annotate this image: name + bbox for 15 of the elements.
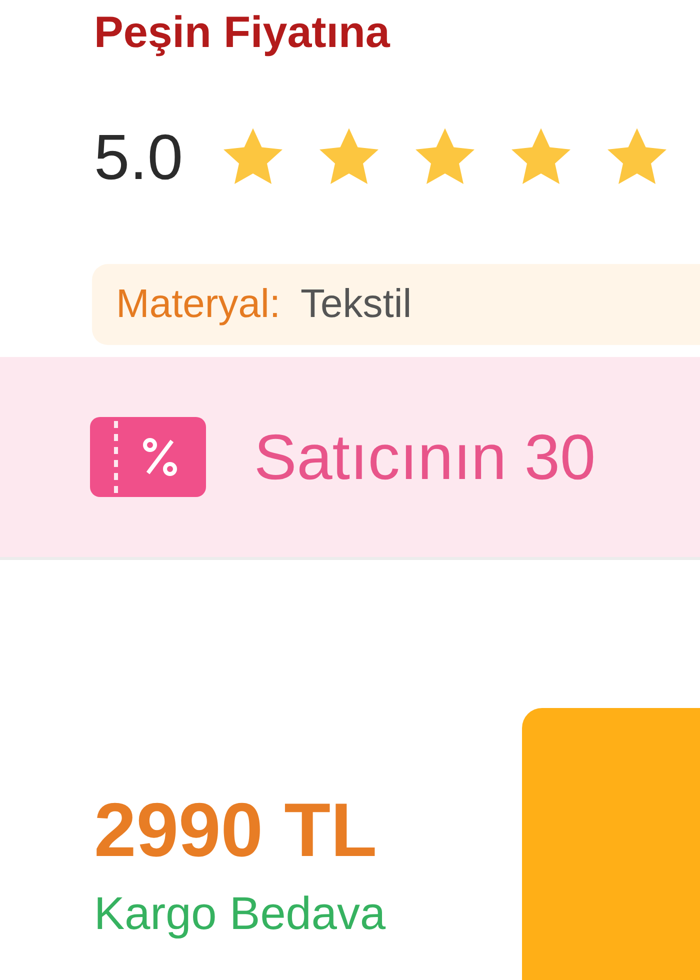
- product-title: Peşin Fiyatına: [93, 7, 392, 58]
- price: 2990 TL: [94, 787, 378, 874]
- shipping-label: Kargo Bedava: [94, 886, 386, 940]
- star-icon: [222, 128, 283, 186]
- coupon-banner[interactable]: Satıcının 30: [0, 357, 700, 560]
- rating-score: 5.0: [94, 120, 183, 194]
- star-icon: [510, 128, 571, 186]
- star-icon: [606, 128, 667, 186]
- star-icon: [414, 128, 475, 186]
- coupon-icon: [90, 417, 206, 497]
- action-button[interactable]: [522, 708, 700, 980]
- attribute-label: Materyal:: [116, 282, 280, 327]
- attribute-value: Tekstil: [300, 282, 412, 327]
- star-icon: [318, 128, 379, 186]
- coupon-text: Satıcının 30: [254, 420, 596, 494]
